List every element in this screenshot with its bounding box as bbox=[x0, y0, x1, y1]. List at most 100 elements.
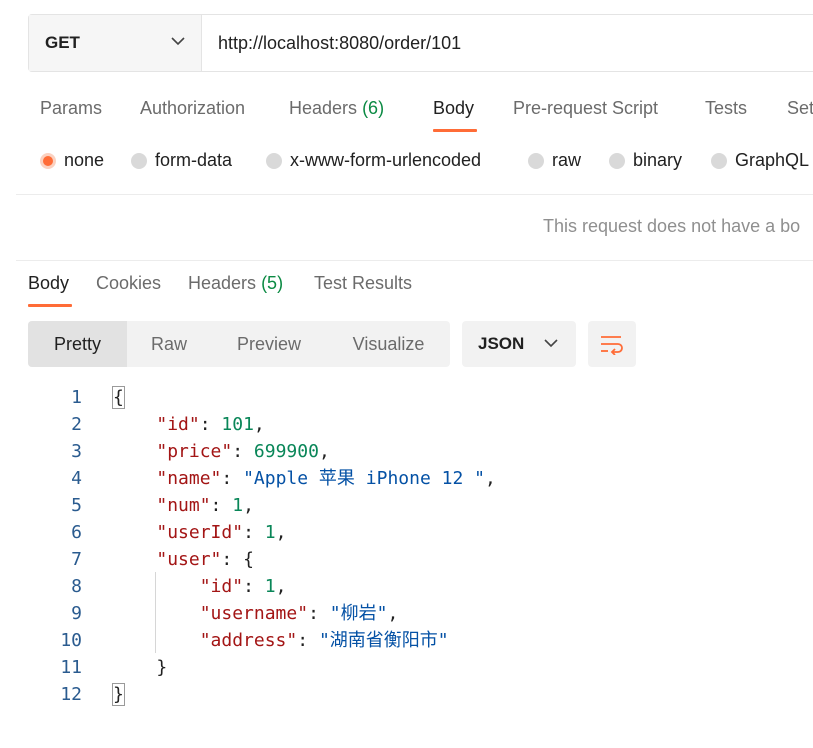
code-text: "id": 1, bbox=[113, 573, 287, 600]
tab-settings[interactable]: Set bbox=[787, 98, 813, 119]
code-line: 6 "userId": 1, bbox=[0, 519, 813, 546]
tab-params[interactable]: Params bbox=[40, 98, 102, 119]
line-number: 4 bbox=[71, 468, 82, 489]
json-key: "name" bbox=[156, 468, 222, 489]
code-line: 9 "username": "柳岩", bbox=[0, 600, 813, 627]
json-key: "id" bbox=[156, 414, 200, 435]
json-punctuation: , bbox=[253, 414, 265, 435]
radio-form-data[interactable]: form-data bbox=[131, 150, 232, 171]
code-line: 10 "address": "湖南省衡阳市" bbox=[0, 627, 813, 654]
json-punctuation: : bbox=[210, 495, 233, 516]
json-punctuation: { bbox=[112, 386, 125, 409]
response-headers-count: (5) bbox=[261, 273, 284, 293]
radio-none[interactable]: none bbox=[40, 150, 104, 171]
json-number: 1 bbox=[264, 522, 276, 543]
code-text: "price": 699900, bbox=[113, 438, 330, 465]
code-line: 2 "id": 101, bbox=[0, 411, 813, 438]
radio-binary[interactable]: binary bbox=[609, 150, 682, 171]
method-select[interactable]: GET bbox=[29, 15, 202, 71]
request-tabs: Params Authorization Headers (6) Body Pr… bbox=[40, 98, 813, 134]
format-label: JSON bbox=[478, 334, 525, 353]
tab-headers[interactable]: Headers (6) bbox=[289, 98, 384, 119]
json-punctuation: , bbox=[275, 522, 287, 543]
json-number: 1 bbox=[264, 576, 276, 597]
no-body-message: This request does not have a bo bbox=[543, 216, 801, 236]
radio-dot bbox=[40, 152, 56, 169]
code-line: 3 "price": 699900, bbox=[0, 438, 813, 465]
view-pretty[interactable]: Pretty bbox=[28, 321, 127, 367]
tab-authorization[interactable]: Authorization bbox=[140, 98, 245, 119]
request-url-bar: GET http://localhost:8080/order/101 bbox=[28, 14, 813, 72]
wrap-lines-icon bbox=[601, 336, 623, 355]
tab-tests[interactable]: Tests bbox=[705, 98, 747, 119]
json-punctuation: : { bbox=[221, 549, 254, 570]
json-string: "Apple 苹果 iPhone 12 " bbox=[243, 468, 485, 489]
radio-dot bbox=[609, 152, 625, 169]
format-select[interactable]: JSON bbox=[462, 321, 576, 367]
json-punctuation: , bbox=[275, 576, 287, 597]
divider bbox=[16, 260, 813, 261]
response-tab-test-results[interactable]: Test Results bbox=[314, 273, 412, 294]
code-text: "name": "Apple 苹果 iPhone 12 ", bbox=[113, 465, 496, 492]
view-raw[interactable]: Raw bbox=[127, 321, 211, 367]
json-punctuation: , bbox=[484, 468, 496, 489]
json-key: "price" bbox=[156, 441, 233, 462]
tab-body[interactable]: Body bbox=[433, 98, 474, 119]
active-tab-indicator bbox=[433, 129, 477, 132]
chevron-down-icon bbox=[544, 339, 558, 348]
response-tab-headers[interactable]: Headers (5) bbox=[188, 273, 283, 294]
body-type-options: none form-data x-www-form-urlencoded raw… bbox=[40, 150, 813, 180]
response-tab-body[interactable]: Body bbox=[28, 273, 69, 294]
line-number: 11 bbox=[60, 657, 82, 678]
json-key: "id" bbox=[199, 576, 244, 597]
code-line: 7 "user": { bbox=[0, 546, 813, 573]
json-punctuation: } bbox=[156, 657, 168, 678]
code-text: "address": "湖南省衡阳市" bbox=[113, 627, 449, 654]
json-punctuation: : bbox=[221, 468, 244, 489]
headers-count: (6) bbox=[362, 98, 385, 118]
view-preview[interactable]: Preview bbox=[211, 321, 327, 367]
code-text: { bbox=[112, 384, 125, 411]
divider bbox=[16, 194, 813, 195]
code-line: 5 "num": 1, bbox=[0, 492, 813, 519]
indent-guide bbox=[155, 572, 156, 653]
code-line: 4 "name": "Apple 苹果 iPhone 12 ", bbox=[0, 465, 813, 492]
radio-dot bbox=[711, 152, 727, 169]
tab-pre-request-script[interactable]: Pre-request Script bbox=[513, 98, 658, 119]
line-number: 9 bbox=[71, 603, 82, 624]
json-punctuation: : bbox=[199, 414, 222, 435]
line-number: 12 bbox=[60, 684, 82, 705]
view-visualize[interactable]: Visualize bbox=[327, 321, 450, 367]
json-key: "username" bbox=[199, 603, 309, 624]
radio-dot bbox=[131, 152, 147, 169]
line-number: 6 bbox=[71, 522, 82, 543]
code-text: "num": 1, bbox=[113, 492, 254, 519]
code-text: "id": 101, bbox=[113, 411, 265, 438]
radio-graphql[interactable]: GraphQL bbox=[711, 150, 809, 171]
line-number: 8 bbox=[71, 576, 82, 597]
radio-raw[interactable]: raw bbox=[528, 150, 581, 171]
code-line: 8 "id": 1, bbox=[0, 573, 813, 600]
radio-dot bbox=[528, 152, 544, 169]
line-number: 5 bbox=[71, 495, 82, 516]
code-text: "user": { bbox=[113, 546, 254, 573]
json-punctuation: : bbox=[232, 441, 254, 462]
json-number: 101 bbox=[221, 414, 254, 435]
chevron-down-icon bbox=[171, 37, 185, 46]
json-punctuation: } bbox=[112, 683, 125, 706]
json-punctuation: : bbox=[243, 576, 265, 597]
url-input[interactable]: http://localhost:8080/order/101 bbox=[202, 33, 461, 54]
json-string: "湖南省衡阳市" bbox=[318, 630, 449, 651]
radio-dot bbox=[266, 152, 282, 169]
code-text: } bbox=[112, 681, 125, 708]
json-punctuation: : bbox=[308, 603, 330, 624]
response-tab-cookies[interactable]: Cookies bbox=[96, 273, 161, 294]
json-key: "address" bbox=[199, 630, 298, 651]
wrap-lines-button[interactable] bbox=[588, 321, 636, 367]
json-punctuation: , bbox=[318, 441, 330, 462]
active-response-tab-indicator bbox=[28, 304, 72, 307]
json-punctuation: , bbox=[387, 603, 399, 624]
json-key: "num" bbox=[156, 495, 211, 516]
code-line: 12} bbox=[0, 681, 813, 708]
radio-x-www-form-urlencoded[interactable]: x-www-form-urlencoded bbox=[266, 150, 481, 171]
